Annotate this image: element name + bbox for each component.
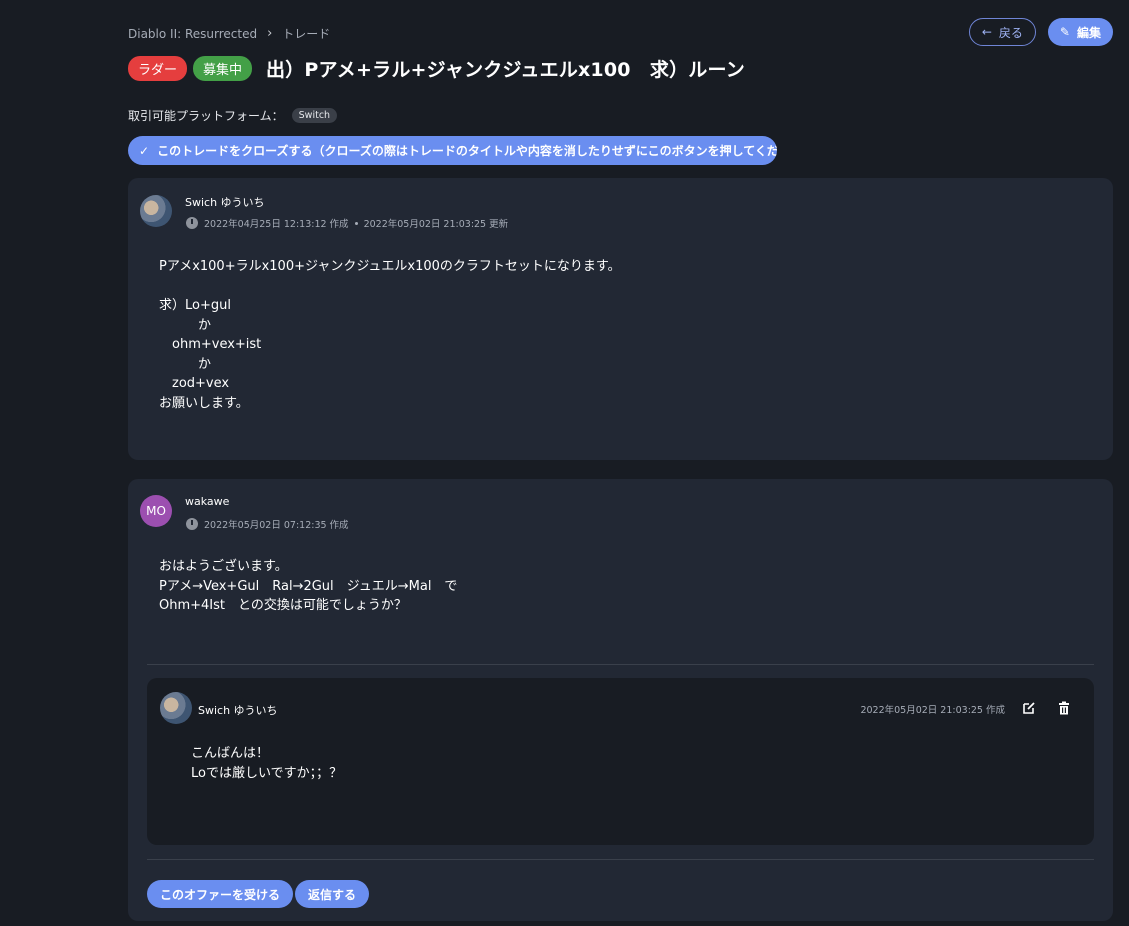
accept-offer-button[interactable]: このオファーを受ける [147, 880, 294, 908]
edit-icon[interactable] [1022, 700, 1036, 714]
post-author[interactable]: Swich ゆういち [185, 194, 265, 210]
post-card: Swich ゆういち 2022年04月25日 12:13:12 作成 2022年… [128, 178, 1113, 460]
post-updated: 2022年05月02日 21:03:25 更新 [363, 219, 509, 230]
reply-created: 2022年05月02日 21:03:25 作成 [860, 705, 1005, 716]
reply-meta: 2022年05月02日 21:03:25 作成 [860, 702, 1005, 716]
post-meta: 2022年04月25日 12:13:12 作成 2022年05月02日 21:0… [186, 216, 508, 230]
clock-icon [186, 518, 198, 530]
page-title: 出）Pアメ+ラル+ジャンクジュエルx100 求）ルーン [266, 59, 745, 81]
check-icon: ✓ [139, 143, 150, 158]
post-body: Pアメx100+ラルx100+ジャンクジュエルx100のクラフトセットになります… [159, 259, 621, 411]
arrow-left-icon: ← [981, 25, 992, 39]
title-row: ラダー 募集中 出）Pアメ+ラル+ジャンクジュエルx100 求）ルーン [128, 55, 745, 82]
reply-button[interactable]: 返信する [295, 880, 370, 908]
separator-dot [354, 221, 358, 225]
close-trade-button[interactable]: ✓ このトレードをクローズする（クローズの際はトレードのタイトルや内容を消したり… [128, 136, 777, 165]
breadcrumb-trade[interactable]: トレード [282, 25, 330, 42]
reply-body: こんばんは！ Loでは厳しいですか；；？ [191, 746, 343, 781]
trash-icon[interactable] [1057, 700, 1071, 715]
ladder-chip: ラダー [128, 56, 188, 81]
back-button[interactable]: ← 戻る [968, 18, 1036, 46]
offer-meta: 2022年05月02日 07:12:35 作成 [186, 517, 349, 531]
avatar-initials: MO [146, 504, 166, 518]
accept-offer-label: このオファーを受ける [160, 887, 281, 902]
offer-card: MO wakawe 2022年05月02日 07:12:35 作成 おはようござ… [128, 479, 1113, 921]
reply-button-label: 返信する [308, 887, 357, 902]
avatar[interactable] [140, 195, 172, 227]
breadcrumb-game[interactable]: Diablo II: Resurrected [128, 27, 257, 41]
offer-author[interactable]: wakawe [185, 495, 229, 508]
divider [147, 859, 1094, 860]
platform-label: 取引可能プラットフォーム： [128, 109, 284, 123]
avatar[interactable]: MO [140, 495, 172, 527]
platform-row: 取引可能プラットフォーム： Switch [128, 107, 338, 124]
clock-icon [186, 217, 198, 229]
post-created: 2022年04月25日 12:13:12 作成 [204, 219, 349, 230]
avatar[interactable] [160, 692, 192, 724]
edit-button[interactable]: ✎ 編集 [1047, 18, 1113, 46]
platform-chip: Switch [291, 108, 338, 123]
edit-icon: ✎ [1059, 25, 1070, 39]
divider [147, 664, 1094, 665]
status-badge: 募集中 [193, 56, 253, 81]
offer-body: おはようございます。 Pアメ→Vex+Gul Ral→2Gul ジュエル→Mal… [159, 559, 458, 613]
chevron-right-icon: › [267, 26, 273, 41]
reply-card: Swich ゆういち 2022年05月02日 21:03:25 作成 こんばんは… [147, 678, 1094, 845]
close-trade-label: このトレードをクローズする（クローズの際はトレードのタイトルや内容を消したりせず… [157, 144, 777, 158]
edit-button-label: 編集 [1076, 25, 1101, 40]
top-actions: ← 戻る ✎ 編集 [968, 18, 1113, 46]
reply-author[interactable]: Swich ゆういち [198, 702, 278, 718]
breadcrumb: Diablo II: Resurrected › トレード [128, 25, 330, 42]
offer-created: 2022年05月02日 07:12:35 作成 [204, 520, 349, 531]
back-button-label: 戻る [998, 25, 1023, 40]
